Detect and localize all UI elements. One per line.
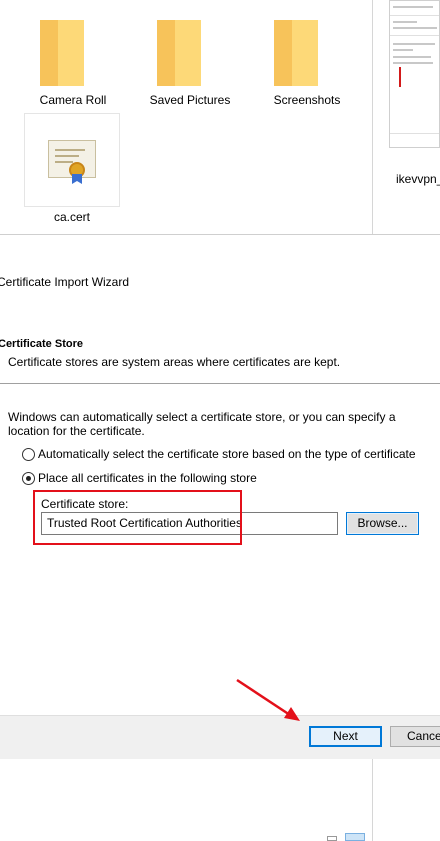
folder-label: Saved Pictures [149,93,231,107]
page-title: Certificate Store [0,338,83,350]
screenshot-thumbnail[interactable] [389,0,440,148]
page-description: Certificate stores are system areas wher… [8,355,341,369]
folder-saved-pictures[interactable]: Saved Pictures [130,0,250,110]
radio-place-in-store[interactable]: Place all certificates in the following … [22,470,257,486]
large-icons-view-icon[interactable] [345,833,365,841]
radio-button[interactable] [22,471,35,485]
file-label-ca-cert: ca.cert [53,210,90,224]
radio-button[interactable] [22,447,35,461]
folder-label: Screenshots [273,93,341,107]
radio-place-label: Place all certificates in the following … [38,471,257,485]
store-instructions: Windows can automatically select a certi… [8,410,396,438]
cancel-button[interactable]: Cance [390,726,440,747]
header-divider [0,383,440,384]
folder-icon [274,14,318,86]
folder-screenshots[interactable]: Screenshots [247,0,367,110]
wizard-title: Certificate Import Wizard [0,275,130,289]
thumbnail-label: ikevvpn_ [396,172,440,186]
folder-icon [40,14,84,86]
folder-camera-roll[interactable]: Camera Roll [13,0,133,110]
certificate-import-wizard: Certificate Import Wizard Certificate St… [0,234,440,759]
certificate-store-label: Certificate store: [41,497,129,511]
browse-button[interactable]: Browse... [346,512,419,535]
certificate-store-field[interactable]: Trusted Root Certification Authorities [41,512,338,535]
next-button[interactable]: Next [309,726,382,747]
details-view-icon[interactable] [327,836,337,841]
folder-label: Camera Roll [39,93,107,107]
wizard-header: Certificate Store Certificate stores are… [0,325,440,383]
radio-auto-select[interactable]: Automatically select the certificate sto… [22,446,416,462]
view-toggle[interactable] [327,833,367,841]
file-ca-cert[interactable] [24,113,120,207]
ribbon-icon [72,174,82,184]
folder-icon [157,14,201,86]
radio-auto-label: Automatically select the certificate sto… [38,447,416,461]
thumbnail-annotation [399,67,401,87]
